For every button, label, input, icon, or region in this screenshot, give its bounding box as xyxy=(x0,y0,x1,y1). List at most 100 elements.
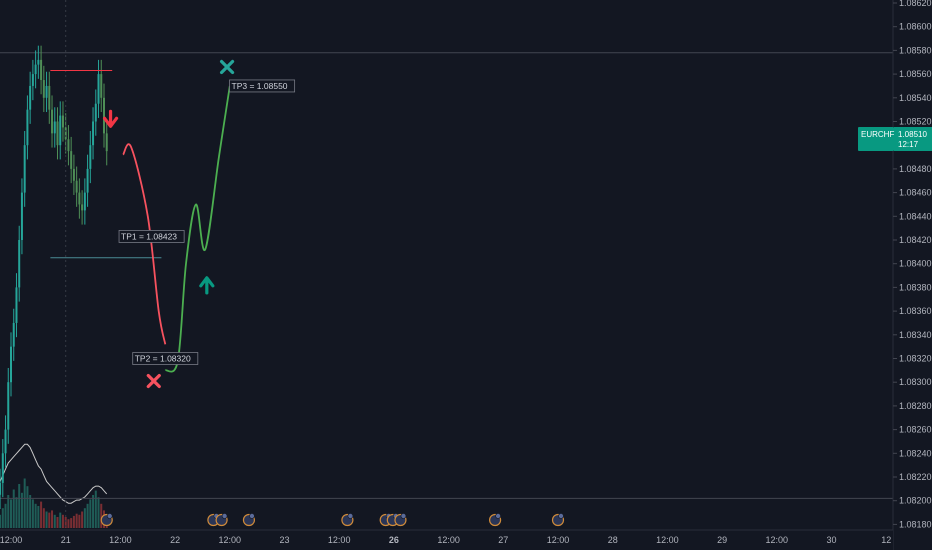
time-tick-label: 12:00 xyxy=(109,535,132,545)
candle-body xyxy=(18,240,21,288)
volume-bar xyxy=(72,515,75,528)
candle-body xyxy=(86,168,89,193)
candle-body xyxy=(48,85,51,110)
candle-body xyxy=(31,74,34,86)
volume-bar xyxy=(53,514,56,528)
volume-bar xyxy=(37,506,40,528)
volume-bar xyxy=(45,511,48,528)
time-tick-label: 23 xyxy=(279,535,289,545)
candle-body xyxy=(10,346,12,383)
price-chart[interactable]: TP1 = 1.08423TP2 = 1.08320TP3 = 1.08550 … xyxy=(0,0,932,550)
volume-bar xyxy=(42,508,45,528)
time-tick-label: 28 xyxy=(608,535,618,545)
time-tick-label: 12:00 xyxy=(766,535,789,545)
event-flag-icon xyxy=(558,513,564,519)
take-profit-label: TP3 = 1.08550 xyxy=(232,81,288,91)
price-tick-label: 1.08580 xyxy=(899,45,932,55)
candle-body xyxy=(7,382,10,430)
chart-background xyxy=(0,0,932,550)
price-tick-label: 1.08320 xyxy=(899,354,932,364)
take-profit-label: TP2 = 1.08320 xyxy=(135,354,191,364)
volume-bar xyxy=(56,517,59,528)
time-tick-label: 27 xyxy=(498,535,508,545)
volume-bar xyxy=(75,513,78,528)
candle-body xyxy=(102,97,105,134)
candle-body xyxy=(105,133,108,152)
candle-body xyxy=(56,121,59,146)
volume-bar xyxy=(83,508,86,528)
badge-price: 1.08510 xyxy=(898,130,927,139)
candle-body xyxy=(20,192,23,240)
badge-symbol: EURCHF xyxy=(861,130,894,139)
time-tick-label: 12 xyxy=(881,535,891,545)
candle-body xyxy=(0,482,2,495)
volume-bar xyxy=(23,478,26,528)
candle-body xyxy=(45,85,48,98)
candle-body xyxy=(53,121,56,134)
candle-body xyxy=(37,59,40,65)
volume-bar xyxy=(34,503,37,528)
candle-body xyxy=(59,115,62,146)
volume-bar xyxy=(97,497,100,528)
candle-body xyxy=(92,121,95,146)
price-tick-label: 1.08560 xyxy=(899,69,932,79)
candle-body xyxy=(97,74,100,104)
candle-body xyxy=(83,192,86,211)
event-flag-icon xyxy=(221,513,228,519)
time-tick-label: 30 xyxy=(826,535,836,545)
price-axis-panel[interactable] xyxy=(893,0,932,550)
candle-body xyxy=(61,115,64,128)
candle-body xyxy=(72,168,75,181)
symbol-price-badge[interactable]: EURCHF 1.08510 12:17 xyxy=(858,127,932,151)
price-tick-label: 1.08240 xyxy=(899,448,932,458)
price-tick-label: 1.08480 xyxy=(899,164,932,174)
candle-body xyxy=(81,204,84,211)
candle-body xyxy=(70,151,73,169)
volume-bar xyxy=(29,495,32,528)
price-tick-label: 1.08400 xyxy=(899,259,932,269)
event-flag-icon xyxy=(400,513,407,519)
time-tick-label: 12:00 xyxy=(437,535,460,545)
candle-body xyxy=(12,322,15,347)
time-tick-label: 12:00 xyxy=(219,535,242,545)
price-tick-label: 1.08420 xyxy=(899,235,932,245)
volume-bar xyxy=(89,499,92,528)
volume-bar xyxy=(1,508,4,528)
candle-body xyxy=(78,192,81,205)
candle-body xyxy=(75,180,78,193)
volume-bar xyxy=(78,514,81,528)
candle-body xyxy=(34,64,37,75)
candle-body xyxy=(1,453,4,483)
volume-bar xyxy=(40,501,43,528)
price-tick-label: 1.08180 xyxy=(899,519,932,529)
volume-bar xyxy=(48,512,51,528)
time-tick-label: 26 xyxy=(389,535,399,545)
candle-body xyxy=(40,59,43,81)
price-tick-label: 1.08620 xyxy=(899,0,932,8)
time-tick-label: 12:00 xyxy=(547,535,570,545)
volume-bar xyxy=(4,503,7,528)
candle-body xyxy=(29,85,32,110)
time-tick-label: 12:00 xyxy=(656,535,679,545)
time-tick-label: 12:00 xyxy=(328,535,351,545)
volume-bar xyxy=(51,510,54,528)
volume-bar xyxy=(15,497,18,528)
price-tick-label: 1.08440 xyxy=(899,211,932,221)
volume-bar xyxy=(81,511,84,528)
volume-bar xyxy=(10,499,12,528)
volume-bar xyxy=(92,495,95,528)
volume-bar xyxy=(26,486,29,528)
candle-body xyxy=(26,109,29,146)
volume-bar xyxy=(61,514,64,528)
price-tick-label: 1.08220 xyxy=(899,472,932,482)
price-tick-label: 1.08260 xyxy=(899,425,932,435)
event-flag-icon xyxy=(347,513,354,519)
volume-bar xyxy=(31,499,34,528)
candle-body xyxy=(15,287,18,323)
time-tick-label: 22 xyxy=(170,535,180,545)
candle-body xyxy=(23,145,26,193)
candle-body xyxy=(89,145,92,169)
candle-body xyxy=(100,74,103,98)
take-profit-label: TP1 = 1.08423 xyxy=(121,231,177,241)
price-tick-label: 1.08360 xyxy=(899,306,932,316)
